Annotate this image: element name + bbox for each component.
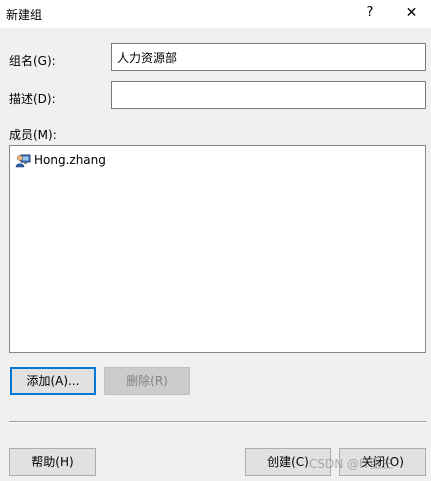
user-icon: [15, 152, 31, 168]
close-title-button[interactable]: ✕: [392, 0, 431, 28]
dialog-title: 新建组: [6, 8, 43, 22]
close-button[interactable]: 关闭(O): [339, 448, 426, 476]
title-bar[interactable]: 新建组 ? ✕: [0, 0, 431, 28]
description-input[interactable]: [111, 81, 426, 109]
members-list[interactable]: Hong.zhang: [9, 145, 426, 353]
members-label: 成员(M):: [9, 128, 57, 142]
add-member-button[interactable]: 添加(A)...: [10, 367, 96, 395]
group-name-label: 组名(G):: [9, 54, 56, 68]
help-button[interactable]: 帮助(H): [9, 448, 96, 476]
list-item[interactable]: Hong.zhang: [15, 151, 106, 169]
help-title-button[interactable]: ?: [350, 0, 390, 28]
group-name-input[interactable]: [111, 43, 426, 71]
create-button[interactable]: 创建(C): [245, 448, 331, 476]
remove-member-button[interactable]: 删除(R): [104, 367, 190, 395]
description-label: 描述(D):: [9, 92, 56, 106]
member-name: Hong.zhang: [34, 153, 106, 167]
new-group-dialog: 新建组 ? ✕ 组名(G): 描述(D): 成员(M): Hong.zhang …: [0, 0, 431, 481]
divider: [9, 421, 426, 423]
